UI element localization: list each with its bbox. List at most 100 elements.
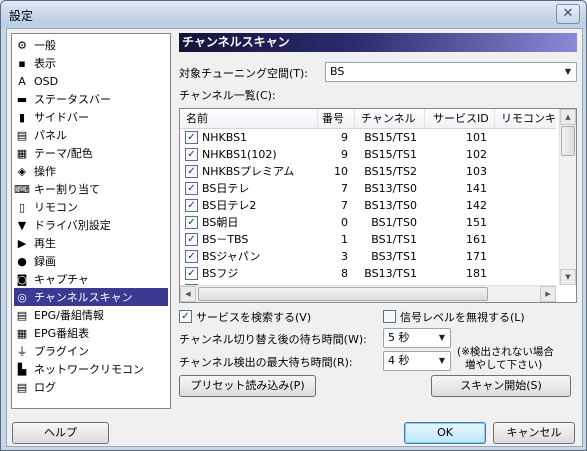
- sidebar-item[interactable]: ▪ 表示: [14, 54, 168, 72]
- scroll-left-icon[interactable]: ◀: [180, 286, 196, 302]
- keyboard-icon: ⌨: [14, 182, 30, 196]
- load-preset-button[interactable]: プリセット読み込み(P): [179, 375, 316, 397]
- row-checkbox[interactable]: ✓: [185, 165, 198, 178]
- scroll-down-icon[interactable]: ▼: [560, 269, 576, 285]
- cell-channel: BS15/TS2: [364, 165, 417, 178]
- cell-channel: BS1/TS1: [371, 233, 417, 246]
- sidebar-item[interactable]: ◈ 操作: [14, 162, 168, 180]
- ok-button[interactable]: OK: [404, 422, 486, 444]
- cell-channel: BS13/TS0: [364, 199, 417, 212]
- sidebar-item-label: プラグイン: [34, 345, 89, 358]
- sidebar-item-label: OSD: [34, 74, 59, 88]
- osd-icon: A: [18, 74, 26, 88]
- checkmark-icon: ✓: [187, 149, 196, 160]
- cell-name: NHKBS1(102): [202, 148, 277, 161]
- cell-name: BSジャパン: [202, 250, 261, 263]
- remote-icon: ▯: [18, 200, 26, 214]
- vertical-scroll-thumb[interactable]: [561, 126, 575, 156]
- column-header-name[interactable]: 名前: [180, 109, 318, 129]
- channel-list[interactable]: 名前 番号 チャンネル サービスID リモコンキ ✓ NHKBS1 9 BS15/TS…: [179, 108, 577, 303]
- row-checkbox[interactable]: ✓: [185, 148, 198, 161]
- sidebar-item[interactable]: ▬ ステータスバー: [14, 90, 168, 108]
- close-button[interactable]: ✕: [556, 4, 580, 24]
- checkmark-icon: ✓: [187, 217, 196, 228]
- cell-service-id: 161: [466, 233, 487, 246]
- horizontal-scrollbar[interactable]: ◀ ▶: [180, 285, 556, 302]
- search-services-checkbox[interactable]: ✓: [179, 310, 192, 323]
- horizontal-scroll-thumb[interactable]: [198, 287, 488, 301]
- row-checkbox[interactable]: ✓: [185, 216, 198, 229]
- row-checkbox[interactable]: ✓: [185, 250, 198, 263]
- sidebar-item[interactable]: ▤ パネル: [14, 126, 168, 144]
- sidebar-item[interactable]: ▤ ログ: [14, 378, 168, 396]
- sidebar-item-label: リモコン: [34, 201, 78, 214]
- tuning-space-value: BS: [330, 65, 345, 78]
- sidebar-item[interactable]: ● 録画: [14, 252, 168, 270]
- settings-category-list[interactable]: ⚙ 一般 ▪ 表示 A OSD ▬ ステータスバー ▮ サイドバー ▤ パネル ▦ テーマ/配色 ◈ 操作 ⌨ キ…: [11, 33, 171, 409]
- max-wait-time-select[interactable]: 4 秒 ▼: [383, 351, 451, 371]
- cell-name: BS－TBS: [202, 233, 249, 246]
- table-row[interactable]: ✓ BSフジ 8 BS13/TS1 181: [180, 266, 556, 282]
- tuning-space-select[interactable]: BS ▼: [325, 62, 577, 82]
- cell-service-id: 103: [466, 165, 487, 178]
- gear-icon: ⚙: [17, 38, 27, 52]
- table-row[interactable]: ✓ BSジャパン 3 BS3/TS1 171: [180, 249, 556, 265]
- row-checkbox[interactable]: ✓: [185, 131, 198, 144]
- sidebar-item[interactable]: ▼ ドライバ別設定: [14, 216, 168, 234]
- sidebar-item[interactable]: A OSD: [14, 72, 168, 90]
- ignore-signal-checkbox[interactable]: [383, 310, 396, 323]
- table-row[interactable]: ✓ BS朝日 0 BS1/TS0 151: [180, 215, 556, 231]
- checkmark-icon: ✓: [187, 268, 196, 279]
- cell-service-id: 181: [466, 267, 487, 280]
- cell-number: 8: [341, 267, 348, 280]
- scroll-right-icon[interactable]: ▶: [540, 286, 556, 302]
- table-row[interactable]: ✓ NHKBS1(102) 9 BS15/TS1 102: [180, 147, 556, 163]
- window-title: 設定: [9, 9, 34, 23]
- vertical-scrollbar[interactable]: ▲ ▼: [559, 109, 576, 285]
- cell-number: 0: [341, 216, 348, 229]
- sidebar-item[interactable]: ⚙ 一般: [14, 36, 168, 54]
- wait-time-label: チャンネル切り替え後の待ち時間(W):: [179, 333, 367, 346]
- column-header-service-id[interactable]: サービスID: [425, 109, 495, 129]
- column-header-remote-key[interactable]: リモコンキ: [495, 109, 556, 129]
- sidebar-item[interactable]: ▶ 再生: [14, 234, 168, 252]
- cell-service-id: 151: [466, 216, 487, 229]
- detection-note-line2: 増やして下さい): [465, 359, 543, 371]
- row-checkbox[interactable]: ✓: [185, 199, 198, 212]
- table-row[interactable]: ✓ NHKBS1 9 BS15/TS1 101: [180, 130, 556, 146]
- display-icon: ▪: [18, 56, 26, 70]
- sidebar-item[interactable]: ◎ チャンネルスキャン: [14, 288, 168, 306]
- sidebar-item[interactable]: ▦ EPG番組表: [14, 324, 168, 342]
- row-checkbox[interactable]: ✓: [185, 233, 198, 246]
- sidebar-item[interactable]: ▙ ネットワークリモコン: [14, 360, 168, 378]
- sidebar-item[interactable]: ◙ キャプチャ: [14, 270, 168, 288]
- cancel-button[interactable]: キャンセル: [493, 422, 575, 444]
- cell-channel: BS13/TS0: [364, 182, 417, 195]
- table-row[interactable]: ✓ BS－TBS 1 BS1/TS1 161: [180, 232, 556, 248]
- cell-service-id: 102: [466, 148, 487, 161]
- channel-list-label: チャンネル一覧(C):: [179, 89, 276, 102]
- cell-number: 9: [341, 148, 348, 161]
- table-row[interactable]: ✓ BS日テレ2 7 BS13/TS0 142: [180, 198, 556, 214]
- column-header-channel[interactable]: チャンネル: [355, 109, 425, 129]
- row-checkbox[interactable]: ✓: [185, 267, 198, 280]
- wait-time-select[interactable]: 5 秒 ▼: [383, 328, 451, 348]
- sidebar-item[interactable]: ▮ サイドバー: [14, 108, 168, 126]
- help-button[interactable]: ヘルプ: [12, 422, 109, 444]
- table-row[interactable]: ✓ NHKBSプレミアム 10 BS15/TS2 103: [180, 164, 556, 180]
- table-row[interactable]: ✓ BS日テレ 7 BS13/TS0 141: [180, 181, 556, 197]
- row-checkbox[interactable]: ✓: [185, 182, 198, 195]
- cell-channel: BS13/TS1: [364, 267, 417, 280]
- scroll-up-icon[interactable]: ▲: [560, 109, 576, 125]
- sidebar-item[interactable]: ⌨ キー割り当て: [14, 180, 168, 198]
- max-wait-time-label: チャンネル検出の最大待ち時間(R):: [179, 356, 353, 369]
- sidebar-item[interactable]: ▦ テーマ/配色: [14, 144, 168, 162]
- sidebar-item[interactable]: ▯ リモコン: [14, 198, 168, 216]
- sidebar-item-label: ネットワークリモコン: [34, 363, 144, 376]
- column-header-number[interactable]: 番号: [318, 109, 355, 129]
- cell-service-id: 101: [466, 131, 487, 144]
- sidebar-item[interactable]: ⏚ プラグイン: [14, 342, 168, 360]
- plugin-icon: ⏚: [16, 345, 28, 358]
- start-scan-button[interactable]: スキャン開始(S): [431, 375, 571, 397]
- sidebar-item[interactable]: ▤ EPG/番組情報: [14, 306, 168, 324]
